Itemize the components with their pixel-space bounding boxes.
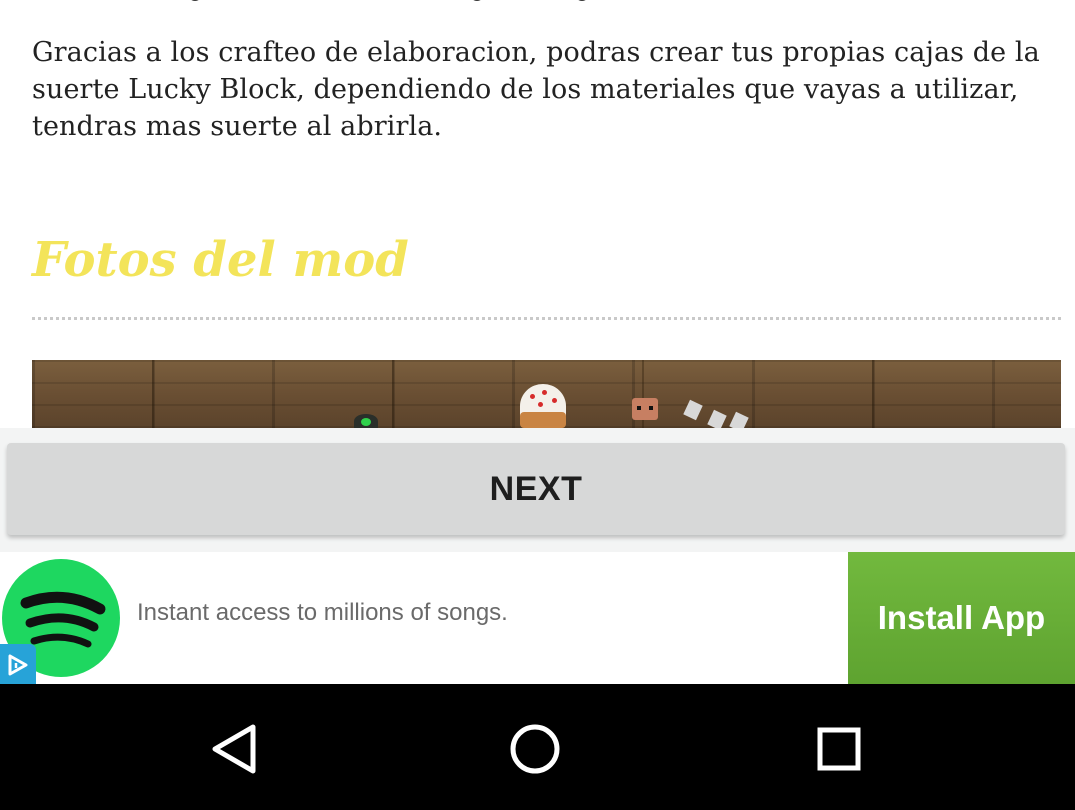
next-button[interactable]: NEXT (7, 443, 1065, 535)
article-content: Gracias a los crafteo de elaboracion, po… (0, 0, 1075, 428)
previous-text-fragment (180, 0, 600, 2)
home-icon[interactable] (500, 714, 570, 784)
adchoices-icon[interactable] (0, 644, 36, 684)
ad-text[interactable]: Instant access to millions of songs. (137, 599, 508, 627)
install-app-button[interactable]: Install App (848, 552, 1075, 684)
item-icon (683, 399, 703, 421)
next-button-area: NEXT (0, 428, 1075, 552)
cake-icon (520, 384, 566, 428)
recents-icon[interactable] (804, 714, 874, 784)
ad-banner[interactable]: Instant access to millions of songs. Ins… (0, 552, 1075, 684)
mod-screenshot-image (32, 360, 1061, 428)
pig-icon (632, 398, 658, 420)
creature-icon (354, 414, 378, 428)
item-icon (729, 411, 749, 428)
dotted-divider (32, 317, 1061, 320)
item-icon (707, 409, 727, 428)
article-paragraph: Gracias a los crafteo de elaboracion, po… (32, 37, 1040, 142)
back-icon[interactable] (198, 714, 268, 784)
system-navigation-bar (0, 684, 1075, 810)
section-heading: Fotos del mod (32, 232, 409, 288)
